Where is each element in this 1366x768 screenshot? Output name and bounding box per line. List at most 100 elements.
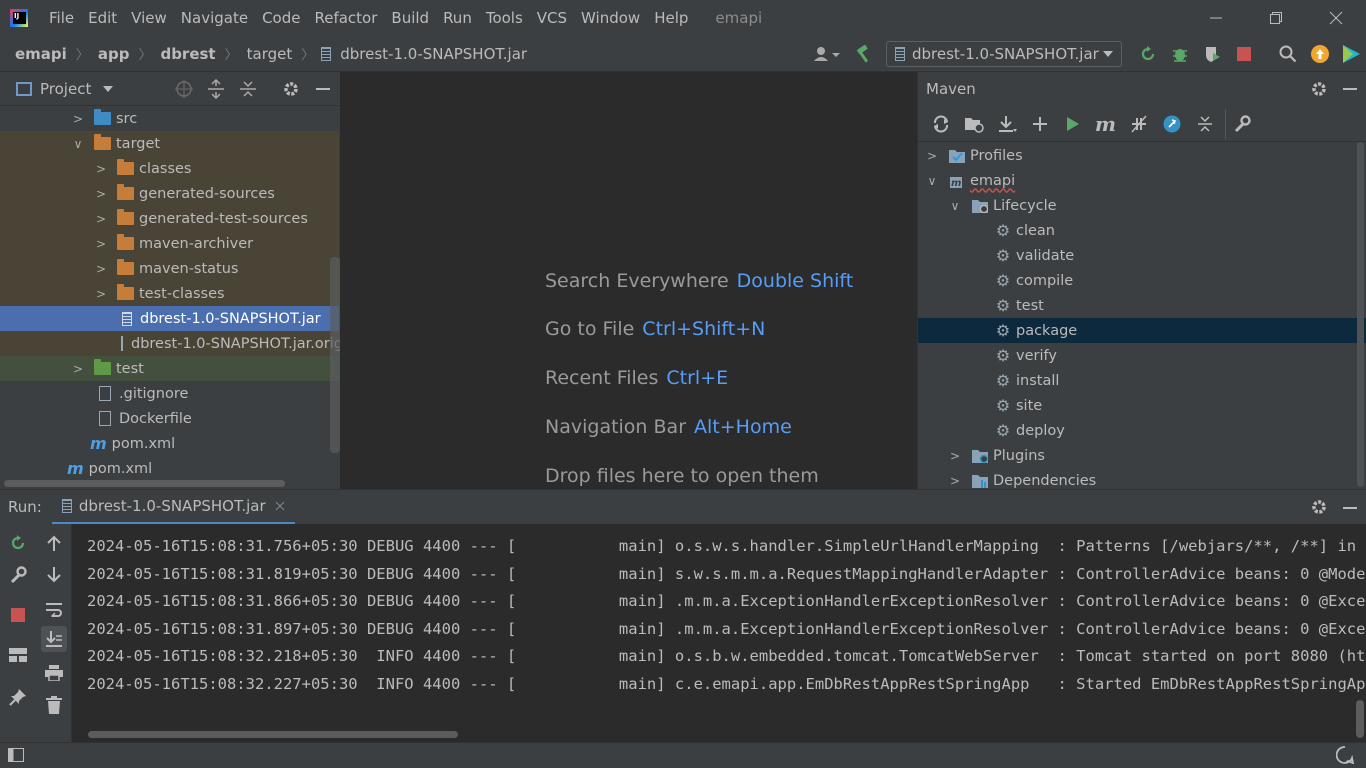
maven-settings-button[interactable] [1225,108,1258,139]
lifecycle-phase-site[interactable]: ⚙ site [918,393,1366,418]
lifecycle-phase-test[interactable]: ⚙ test [918,293,1366,318]
maven-dependencies-node[interactable]: > Dependencies [918,468,1366,489]
stop-process-button[interactable] [5,602,31,628]
menu-run[interactable]: Run [436,0,479,36]
console-vertical-scrollbar[interactable] [1356,700,1364,738]
tree-item-pom-module[interactable]: m pom.xml [0,431,339,456]
tree-item-gitignore[interactable]: .gitignore [0,381,339,406]
hide-panel-icon[interactable] [1343,507,1357,509]
expand-all-icon[interactable] [206,79,226,99]
layout-button[interactable] [5,642,31,668]
execute-maven-goal-button[interactable]: m [1089,109,1122,139]
breadcrumb-item-emapi[interactable]: emapi [13,45,69,63]
updates-button[interactable] [1304,36,1336,72]
build-button[interactable] [848,36,880,72]
run-maven-build-button[interactable] [1056,109,1089,139]
breadcrumb-item-target[interactable]: target [245,45,295,63]
close-tab-icon[interactable] [275,501,285,511]
tree-item-target[interactable]: ∨ target [0,131,339,156]
tree-item-jar-original[interactable]: dbrest-1.0-SNAPSHOT.jar.original [0,331,340,356]
menu-navigate[interactable]: Navigate [174,0,255,36]
stop-button[interactable] [1228,36,1260,72]
project-panel-title[interactable]: Project [40,80,91,98]
menu-refactor[interactable]: Refactor [307,0,384,36]
close-window-button[interactable] [1306,0,1366,36]
locate-file-icon[interactable] [174,79,194,99]
clear-all-button[interactable] [41,692,67,718]
tree-item-generated-test-sources[interactable]: > generated-test-sources [0,206,339,231]
maven-project-node[interactable]: ∨ m emapi [918,168,1366,193]
event-log-icon[interactable] [1336,746,1354,764]
gear-icon[interactable] [1310,80,1328,98]
restore-button[interactable] [1246,0,1306,36]
menu-tools[interactable]: Tools [479,0,530,36]
editor-empty-area[interactable]: Search Everywhere Double Shift Go to File… [341,72,917,489]
edit-configuration-button[interactable] [5,562,31,588]
tree-item-classes[interactable]: > classes [0,156,339,181]
lifecycle-phase-package[interactable]: ⚙ package [918,318,1366,343]
menu-vcs[interactable]: VCS [530,0,574,36]
run-with-coverage-button[interactable] [1196,36,1228,72]
breadcrumb-item-jar[interactable]: dbrest-1.0-SNAPSHOT.jar [338,45,529,63]
menu-help[interactable]: Help [647,0,695,36]
reload-projects-button[interactable] [924,109,957,139]
collapse-all-button[interactable] [1188,109,1221,139]
tree-item-maven-archiver[interactable]: > maven-archiver [0,231,339,256]
console-horizontal-scrollbar[interactable] [88,731,458,738]
toggle-skip-tests-button[interactable] [1155,109,1188,139]
collapse-all-icon[interactable] [238,79,258,99]
print-button[interactable] [41,660,67,686]
tree-item-src[interactable]: > src [0,106,339,131]
menu-code[interactable]: Code [255,0,307,36]
tree-item-pom-root[interactable]: m pom.xml [0,456,339,481]
rerun-button[interactable] [5,530,31,556]
tool-windows-toggle-icon[interactable] [8,748,24,762]
tree-item-dockerfile[interactable]: Dockerfile [0,406,339,431]
chevron-down-icon[interactable] [103,85,114,92]
tree-item-jar-selected[interactable]: dbrest-1.0-SNAPSHOT.jar [0,306,339,331]
soft-wrap-button[interactable] [41,596,67,622]
lifecycle-phase-validate[interactable]: ⚙ validate [918,243,1366,268]
tree-item-generated-sources[interactable]: > generated-sources [0,181,339,206]
debug-button[interactable] [1164,36,1196,72]
menu-edit[interactable]: Edit [81,0,124,36]
gear-icon[interactable] [282,80,300,98]
lifecycle-phase-clean[interactable]: ⚙ clean [918,218,1366,243]
hide-panel-icon[interactable] [1343,88,1357,90]
maven-lifecycle-node[interactable]: ∨ Lifecycle [918,193,1366,218]
download-sources-button[interactable] [990,109,1023,139]
lifecycle-phase-install[interactable]: ⚙ install [918,368,1366,393]
scroll-to-end-button[interactable] [41,626,67,652]
toolbox-button[interactable] [1336,36,1366,72]
menu-build[interactable]: Build [384,0,436,36]
tree-item-maven-status[interactable]: > maven-status [0,256,339,281]
toggle-offline-mode-button[interactable] [1122,109,1155,139]
project-horizontal-scrollbar[interactable] [4,480,285,487]
run-tab[interactable]: dbrest-1.0-SNAPSHOT.jar [51,490,295,525]
tree-item-test-classes[interactable]: > test-classes [0,281,339,306]
minimize-button[interactable] [1186,0,1246,36]
user-account-button[interactable] [806,36,848,72]
rerun-button[interactable] [1132,36,1164,72]
scroll-down-button[interactable] [41,562,67,588]
maven-profiles-node[interactable]: > Profiles [918,143,1366,168]
run-configuration-selector[interactable]: dbrest-1.0-SNAPSHOT.jar [886,41,1122,67]
tree-item-test[interactable]: > test [0,356,339,381]
lifecycle-phase-compile[interactable]: ⚙ compile [918,268,1366,293]
menu-file[interactable]: File [42,0,81,36]
breadcrumb-item-app[interactable]: app [96,45,132,63]
lifecycle-phase-deploy[interactable]: ⚙ deploy [918,418,1366,443]
gear-icon[interactable] [1310,498,1328,516]
breadcrumb-item-dbrest[interactable]: dbrest [158,45,217,63]
menu-window[interactable]: Window [574,0,647,36]
console-output[interactable]: 2024-05-16T15:08:31.756+05:30 DEBUG 4400… [72,524,1366,742]
lifecycle-phase-verify[interactable]: ⚙ verify [918,343,1366,368]
menu-view[interactable]: View [124,0,174,36]
pin-tab-button[interactable] [5,684,31,710]
scroll-up-button[interactable] [41,530,67,556]
add-maven-project-button[interactable] [1023,109,1056,139]
hide-panel-icon[interactable] [316,88,330,90]
project-vertical-scrollbar[interactable] [330,257,340,453]
maven-plugins-node[interactable]: > Plugins [918,443,1366,468]
search-everywhere-button[interactable] [1272,36,1304,72]
